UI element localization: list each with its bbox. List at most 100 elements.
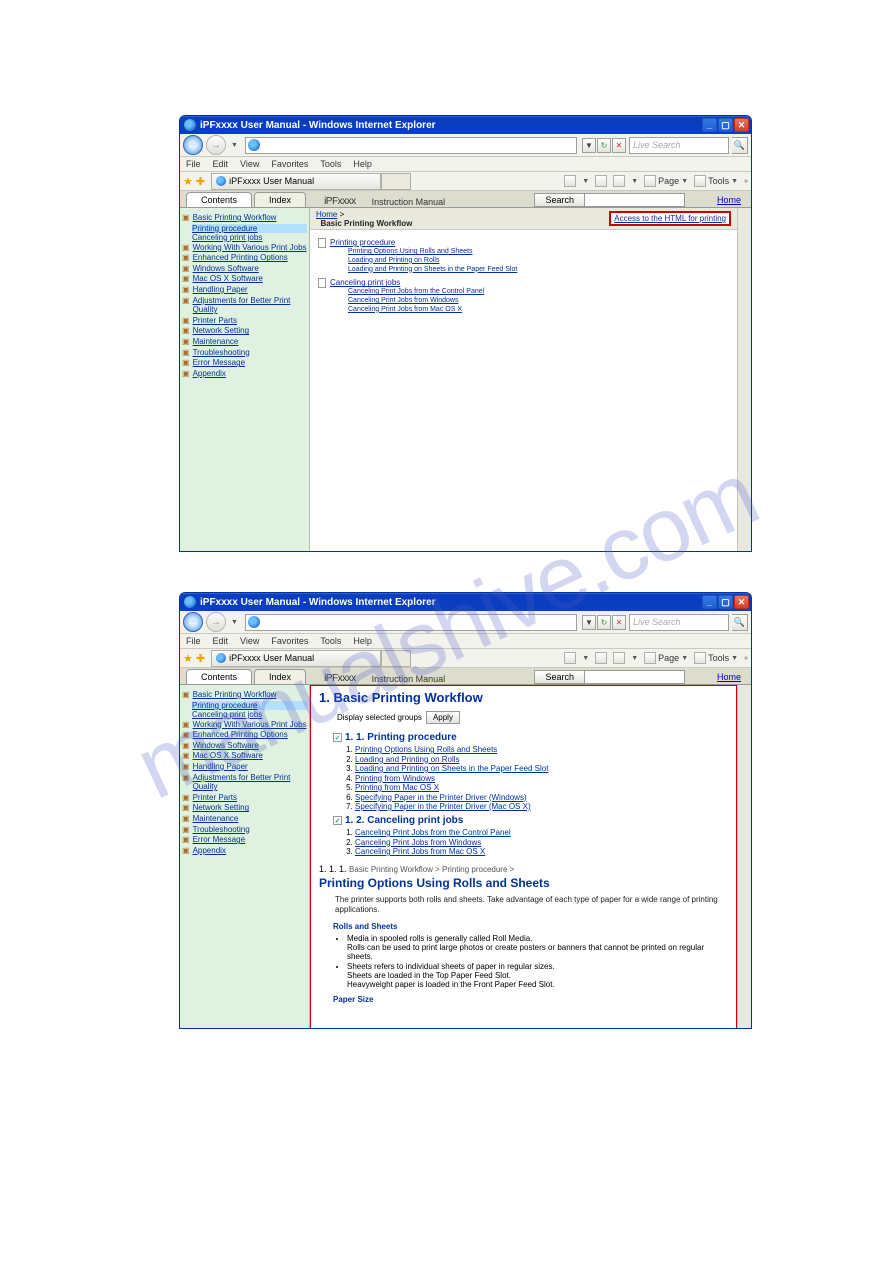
nav-history-dropdown[interactable]: ▼ <box>231 619 238 626</box>
address-bar[interactable] <box>245 137 577 154</box>
page-menu[interactable]: Page▼ <box>644 175 688 187</box>
sidebar-item[interactable]: ▣Printer Parts <box>182 793 307 803</box>
topic-link[interactable]: Specifying Paper in the Printer Driver (… <box>355 802 531 811</box>
menu-edit[interactable]: Edit <box>213 159 229 169</box>
refresh-button[interactable]: ↻ <box>597 138 611 153</box>
sidebar-item[interactable]: ▣Windows Software <box>182 264 307 274</box>
sidebar-item[interactable]: ▣Error Message <box>182 835 307 845</box>
app-search-input[interactable] <box>585 193 685 207</box>
tab-contents[interactable]: Contents <box>186 669 252 684</box>
scrollbar[interactable] <box>737 208 751 552</box>
topic-link[interactable]: Canceling Print Jobs from Mac OS X <box>348 306 462 313</box>
stop-button[interactable]: ✕ <box>612 138 626 153</box>
sidebar-item[interactable]: ▣Appendix <box>182 369 307 379</box>
feeds-icon[interactable] <box>595 652 607 664</box>
menu-help[interactable]: Help <box>353 159 372 169</box>
app-home-link[interactable]: Home <box>717 668 741 685</box>
browser-tab-current[interactable]: iPFxxxx User Manual <box>211 650 381 667</box>
favorites-star-icon[interactable]: ★ <box>183 175 193 188</box>
sidebar-sub-item[interactable]: Printing procedure <box>192 224 307 233</box>
sidebar-item[interactable]: ▣Mac OS X Software <box>182 751 307 761</box>
topic-link[interactable]: Canceling Print Jobs from Windows <box>348 297 459 304</box>
menu-favorites[interactable]: Favorites <box>271 159 308 169</box>
sidebar-item[interactable]: ▣Troubleshooting <box>182 825 307 835</box>
sidebar-item[interactable]: ▣Maintenance <box>182 337 307 347</box>
add-favorite-icon[interactable]: ✚ <box>196 175 205 188</box>
topic-link[interactable]: Canceling Print Jobs from the Control Pa… <box>355 828 511 837</box>
topic-link[interactable]: Canceling Print Jobs from Windows <box>355 838 481 847</box>
sidebar-item[interactable]: ▣Troubleshooting <box>182 348 307 358</box>
topic-link[interactable]: Specifying Paper in the Printer Driver (… <box>355 793 527 802</box>
page-menu[interactable]: Page▼ <box>644 652 688 664</box>
print-icon[interactable] <box>613 652 625 664</box>
sidebar-sub-item[interactable]: Printing procedure <box>192 701 307 710</box>
browser-search-go-button[interactable]: 🔍 <box>732 137 748 154</box>
topic-link[interactable]: Canceling Print Jobs from the Control Pa… <box>348 288 484 295</box>
sidebar-item[interactable]: ▣Adjustments for Better Print Quality <box>182 296 307 315</box>
menu-favorites[interactable]: Favorites <box>271 636 308 646</box>
browser-search-input[interactable]: Live Search <box>629 137 729 154</box>
topic-link[interactable]: Loading and Printing on Sheets in the Pa… <box>355 764 548 773</box>
print-icon[interactable] <box>613 175 625 187</box>
menu-view[interactable]: View <box>240 159 259 169</box>
sidebar-item[interactable]: ▣Printer Parts <box>182 316 307 326</box>
breadcrumb-home-link[interactable]: Home <box>316 210 337 219</box>
topic-link[interactable]: Loading and Printing on Rolls <box>348 257 439 264</box>
topic-link[interactable]: Printing from Mac OS X <box>355 783 439 792</box>
favorites-star-icon[interactable]: ★ <box>183 652 193 665</box>
section-link[interactable]: Canceling print jobs <box>330 278 400 288</box>
sidebar-item[interactable]: ▣Appendix <box>182 846 307 856</box>
sidebar-sub-item[interactable]: Canceling print jobs <box>192 710 307 719</box>
topic-link[interactable]: Loading and Printing on Rolls <box>355 755 460 764</box>
menu-view[interactable]: View <box>240 636 259 646</box>
feeds-icon[interactable] <box>595 175 607 187</box>
scrollbar[interactable] <box>737 685 751 1029</box>
address-bar[interactable] <box>245 614 577 631</box>
home-icon[interactable] <box>564 175 576 187</box>
stop-button[interactable]: ✕ <box>612 615 626 630</box>
topic-link[interactable]: Printing Options Using Rolls and Sheets <box>348 248 473 255</box>
section-link[interactable]: Printing procedure <box>330 238 395 248</box>
sidebar-sub-item[interactable]: Canceling print jobs <box>192 233 307 242</box>
tab-contents[interactable]: Contents <box>186 192 252 207</box>
browser-search-input[interactable]: Live Search <box>629 614 729 631</box>
maximize-button[interactable]: ▢ <box>718 118 733 132</box>
browser-search-go-button[interactable]: 🔍 <box>732 614 748 631</box>
menu-file[interactable]: File <box>186 636 201 646</box>
sidebar-item[interactable]: ▣Working With Various Print Jobs <box>182 720 307 730</box>
toolbar-overflow[interactable]: » <box>744 178 748 185</box>
add-favorite-icon[interactable]: ✚ <box>196 652 205 665</box>
minimize-button[interactable]: _ <box>702 595 717 609</box>
sidebar-item[interactable]: ▣Mac OS X Software <box>182 274 307 284</box>
maximize-button[interactable]: ▢ <box>718 595 733 609</box>
topic-link[interactable]: Loading and Printing on Sheets in the Pa… <box>348 266 517 273</box>
new-tab-button[interactable] <box>381 173 411 190</box>
app-search-input[interactable] <box>585 670 685 684</box>
toolbar-overflow[interactable]: » <box>744 655 748 662</box>
tab-index[interactable]: Index <box>254 192 306 207</box>
checkbox-icon[interactable]: ✓ <box>333 733 342 742</box>
minimize-button[interactable]: _ <box>702 118 717 132</box>
app-search-button[interactable]: Search <box>534 670 585 684</box>
forward-button[interactable] <box>206 135 226 155</box>
browser-tab-current[interactable]: iPFxxxx User Manual <box>211 173 381 190</box>
app-search-button[interactable]: Search <box>534 193 585 207</box>
app-home-link[interactable]: Home <box>717 191 741 208</box>
menu-tools[interactable]: Tools <box>320 636 341 646</box>
sidebar-item[interactable]: ▣Network Setting <box>182 326 307 336</box>
tools-menu[interactable]: Tools▼ <box>694 175 738 187</box>
addr-dropdown-button[interactable]: ▼ <box>582 138 596 153</box>
sidebar-item[interactable]: ▣Working With Various Print Jobs <box>182 243 307 253</box>
sidebar-item[interactable]: ▣Basic Printing Workflow <box>182 690 307 700</box>
print-html-link[interactable]: Access to the HTML for printing <box>609 211 731 226</box>
new-tab-button[interactable] <box>381 650 411 667</box>
menu-edit[interactable]: Edit <box>213 636 229 646</box>
addr-dropdown-button[interactable]: ▼ <box>582 615 596 630</box>
menu-tools[interactable]: Tools <box>320 159 341 169</box>
sidebar-item[interactable]: ▣Adjustments for Better Print Quality <box>182 773 307 792</box>
tab-index[interactable]: Index <box>254 669 306 684</box>
forward-button[interactable] <box>206 612 226 632</box>
menu-help[interactable]: Help <box>353 636 372 646</box>
apply-button[interactable]: Apply <box>426 711 460 724</box>
sidebar-item[interactable]: ▣Handling Paper <box>182 285 307 295</box>
